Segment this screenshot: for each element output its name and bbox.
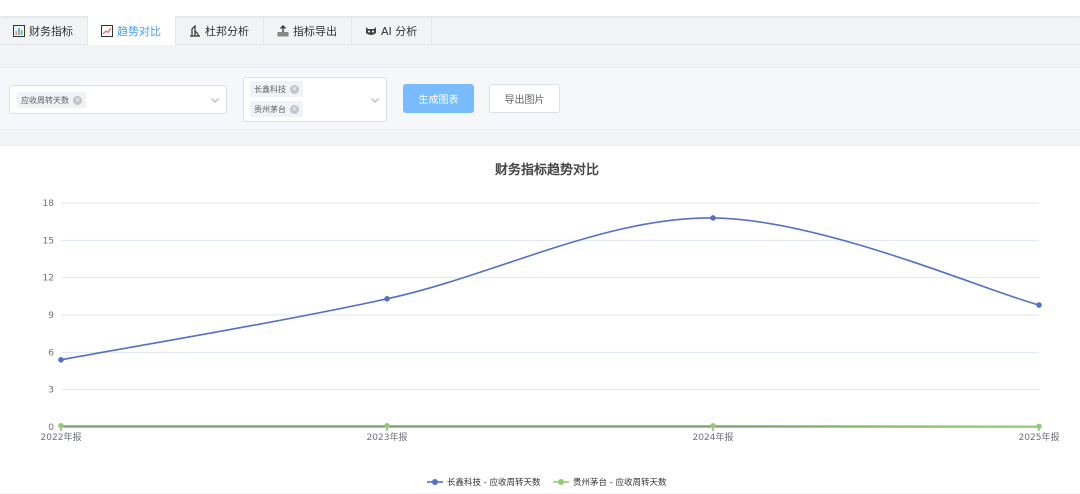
tag-close-icon[interactable]: × <box>290 104 299 114</box>
x-tick-label: 2022年报 <box>41 431 82 443</box>
y-tick-label: 0 <box>48 423 54 433</box>
chart-card: 财务指标趋势对比 0 3 6 9 12 15 18 2022年报 2023年报 2024年报 202… <box>0 145 1080 493</box>
legend-marker-icon <box>432 479 438 485</box>
chevron-down-icon[interactable] <box>370 95 380 105</box>
y-tick-label: 6 <box>48 348 54 358</box>
company-tag: 长鑫科技 × <box>250 81 303 97</box>
data-point <box>58 422 64 429</box>
chevron-down-icon[interactable] <box>210 95 220 105</box>
generate-chart-button[interactable]: 生成图表 <box>403 84 474 113</box>
tab-bar: 财务指标 趋势对比 杜邦分析 指标导出 AI 分析 <box>0 16 1080 45</box>
trend-line-chart: 财务指标趋势对比 0 3 6 9 12 15 18 2022年报 2023年报 2024年报 202… <box>41 162 1060 488</box>
series-line-2 <box>61 424 1040 428</box>
trend-chart-icon <box>101 24 113 37</box>
data-point <box>710 422 716 429</box>
tab-financial-indicators[interactable]: 财务指标 <box>0 16 88 45</box>
y-tick-label: 3 <box>48 386 54 396</box>
legend-label: 长鑫科技 - 应收周转天数 <box>447 477 541 488</box>
data-point <box>384 422 390 429</box>
legend-marker-icon <box>558 479 564 485</box>
export-icon <box>277 24 289 37</box>
tab-trend-comparison[interactable]: 趋势对比 <box>88 16 176 45</box>
data-point <box>1036 423 1042 430</box>
tab-label: 趋势对比 <box>117 24 161 38</box>
y-tick-label: 9 <box>48 311 54 321</box>
indicator-tag: 应收周转天数 × <box>17 92 86 108</box>
series-line-1 <box>60 217 1040 361</box>
data-point <box>710 215 716 221</box>
x-tick-label: 2025年报 <box>1019 431 1060 443</box>
tab-dupont-analysis[interactable]: 杜邦分析 <box>176 16 264 45</box>
x-tick-label: 2024年报 <box>693 431 734 443</box>
y-tick-label: 15 <box>43 236 54 246</box>
tab-label: 财务指标 <box>29 24 73 38</box>
company-tag: 贵州茅台 × <box>250 101 303 117</box>
company-select[interactable]: 长鑫科技 × 贵州茅台 × <box>243 77 387 122</box>
tab-indicator-export[interactable]: 指标导出 <box>264 16 352 45</box>
export-image-button[interactable]: 导出图片 <box>489 84 560 113</box>
data-point <box>1036 302 1042 308</box>
y-tick-label: 12 <box>43 274 54 284</box>
tab-label: AI 分析 <box>381 24 418 38</box>
bar-chart-icon <box>13 24 25 37</box>
tab-label: 杜邦分析 <box>205 24 249 38</box>
legend-label: 贵州茅台 - 应收周转天数 <box>573 477 667 488</box>
data-point <box>58 357 64 363</box>
tag-close-icon[interactable]: × <box>73 95 82 105</box>
tag-close-icon[interactable]: × <box>290 84 299 94</box>
dupont-icon <box>189 24 201 37</box>
tab-ai-analysis[interactable]: AI 分析 <box>352 16 433 45</box>
ai-icon <box>365 25 377 37</box>
filter-panel: 应收周转天数 × 长鑫科技 × 贵州茅台 × 生成图表 导出图片 <box>0 67 1080 130</box>
tab-label: 指标导出 <box>293 24 337 38</box>
x-tick-label: 2023年报 <box>367 431 408 443</box>
indicator-select[interactable]: 应收周转天数 × <box>9 85 227 114</box>
data-point <box>384 296 390 302</box>
top-header-bar <box>0 0 1080 16</box>
y-tick-label: 18 <box>43 199 55 209</box>
chart-title: 财务指标趋势对比 <box>495 162 599 178</box>
